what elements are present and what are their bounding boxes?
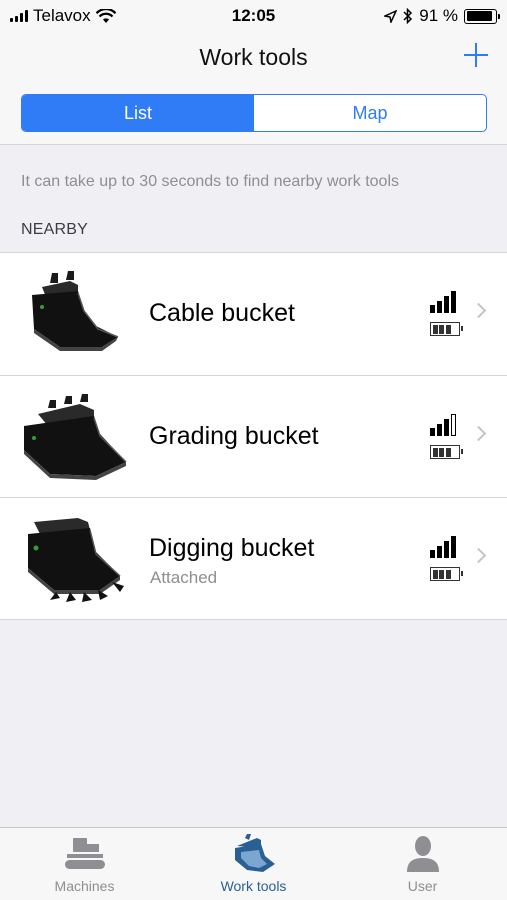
signal-bar [451,291,456,313]
battery-segment [445,569,451,579]
screen: Telavox 12:05 91 % Work tools List Map I… [0,0,507,900]
segment-map[interactable]: Map [254,95,486,131]
battery-segment [439,447,445,457]
battery-segment [445,447,451,457]
signal-bar [437,424,442,436]
battery-icon [464,8,500,24]
signal-strength-icon [430,291,462,313]
work-tool-list: Cable bucket Grading bucket Digging buck… [0,252,507,620]
excavator-icon [64,838,105,869]
signal-bar [444,419,449,436]
battery-segment [452,447,458,457]
add-work-tool-button[interactable] [461,40,491,70]
segment-list[interactable]: List [22,95,254,131]
tab-label: Work tools [220,878,287,894]
tool-name: Cable bucket [149,299,295,327]
chevron-right-icon [470,547,487,564]
digging-bucket-image [28,518,124,602]
view-segmented-control: List Map [21,94,487,132]
battery-percent: 91 % [419,6,458,25]
search-hint: It can take up to 30 seconds to find nea… [21,173,399,190]
section-header-nearby: NEARBY [21,221,88,238]
signal-bar [444,541,449,558]
signal-bar [430,428,435,436]
signal-strength-icon [430,536,462,558]
signal-bar [437,546,442,558]
battery-level [466,11,492,21]
navigation-bar: Work tools List Map [0,32,507,145]
tab-label: User [407,878,438,894]
battery-segment [439,569,445,579]
tool-row-grading-bucket[interactable]: Grading bucket [0,375,507,497]
tab-work-tools[interactable]: Work tools [169,828,338,900]
tool-battery-icon [430,322,463,336]
battery-segment [432,324,438,334]
tool-row-digging-bucket[interactable]: Digging bucket Attached [0,497,507,619]
signal-bar [451,536,456,558]
bluetooth-icon [403,8,413,24]
signal-bar [430,305,435,313]
grading-bucket-image [24,394,127,480]
tool-battery-icon [430,445,463,459]
cable-bucket-image [32,271,119,351]
battery-segment [432,447,438,457]
tab-user[interactable]: User [338,828,507,900]
user-icon [406,836,439,872]
signal-bar [444,296,449,313]
signal-strength-icon [430,414,462,436]
chevron-right-icon [470,425,487,442]
tool-name: Digging bucket [149,534,315,562]
page-title: Work tools [199,44,308,70]
tool-status-attached: Attached [150,568,218,587]
tool-battery-icon [430,567,463,581]
battery-segment [439,324,445,334]
tool-row-cable-bucket[interactable]: Cable bucket [0,253,507,375]
tab-machines[interactable]: Machines [0,828,169,900]
status-right: 91 % [384,6,500,26]
status-bar: Telavox 12:05 91 % [0,0,507,32]
tab-label: Machines [54,878,115,894]
battery-segment [432,569,438,579]
location-arrow-icon [384,9,398,23]
tool-name: Grading bucket [149,422,319,450]
signal-bar [430,550,435,558]
signal-bar [437,301,442,313]
battery-segment [445,324,451,334]
battery-segment [452,569,458,579]
battery-segment [452,324,458,334]
signal-bar [451,414,456,436]
tab-bar: Machines Work tools User [0,827,507,900]
chevron-right-icon [470,302,487,319]
bucket-icon [234,834,275,872]
